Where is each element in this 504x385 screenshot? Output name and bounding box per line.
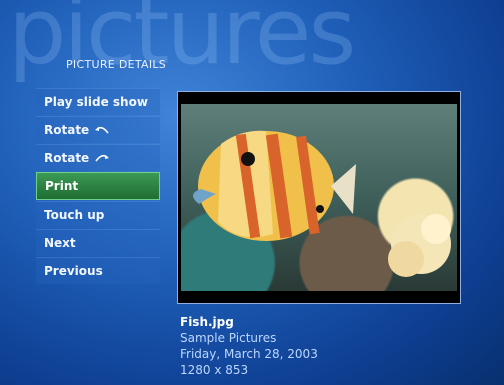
play-slide-show-button[interactable]: Play slide show xyxy=(36,88,160,115)
image-dimensions: 1280 x 853 xyxy=(180,363,249,377)
rotate-right-icon xyxy=(95,154,110,162)
menu-item-label: Play slide show xyxy=(44,95,148,109)
picture-preview-frame xyxy=(177,91,461,304)
fish-photo xyxy=(181,104,457,291)
section-title: PICTURE DETAILS xyxy=(66,58,167,71)
folder-name: Sample Pictures xyxy=(180,331,277,345)
menu-item-label: Next xyxy=(44,236,76,250)
menu-item-label: Touch up xyxy=(44,208,105,222)
previous-button[interactable]: Previous xyxy=(36,257,160,284)
print-button[interactable]: Print xyxy=(36,172,160,200)
rotate-left-icon xyxy=(95,126,109,134)
file-name: Fish.jpg xyxy=(180,315,234,329)
next-button[interactable]: Next xyxy=(36,229,160,256)
watermark-pictures: pictures xyxy=(8,0,356,85)
fish-illustration xyxy=(192,130,451,277)
picture-details-info: Fish.jpg Sample Pictures Friday, March 2… xyxy=(180,314,318,378)
rotate-left-button[interactable]: Rotate xyxy=(36,116,160,143)
fish xyxy=(192,130,356,241)
menu-item-label: Previous xyxy=(44,264,103,278)
rotate-right-button[interactable]: Rotate xyxy=(36,144,160,171)
touch-up-button[interactable]: Touch up xyxy=(36,201,160,228)
date-taken: Friday, March 28, 2003 xyxy=(180,347,318,361)
menu-item-label: Rotate xyxy=(44,151,90,165)
menu-item-label: Print xyxy=(45,179,79,193)
anemone xyxy=(388,214,451,277)
picture-actions-menu: Play slide show Rotate Rotate Print Touc… xyxy=(36,88,160,285)
menu-item-label: Rotate xyxy=(44,123,90,137)
